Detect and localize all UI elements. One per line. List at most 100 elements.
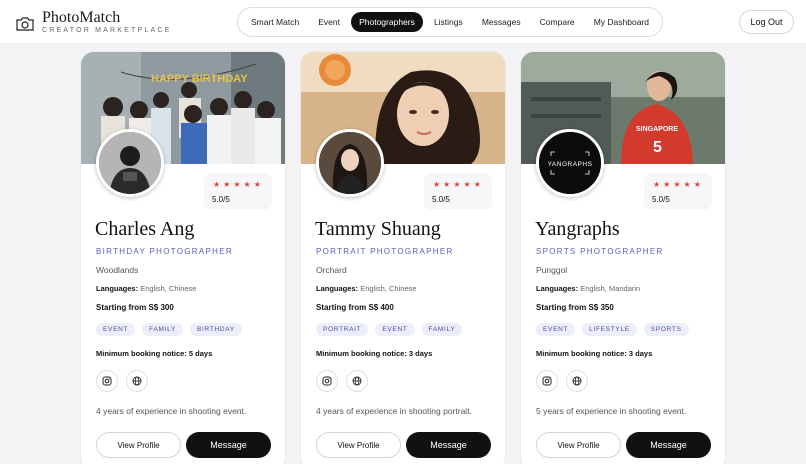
photographer-role: SPORTS PHOTOGRAPHER	[536, 247, 664, 256]
social-links	[96, 370, 156, 392]
message-button[interactable]: Message	[186, 432, 271, 458]
rating-box: ★★★★★ 5.0/5	[644, 173, 712, 210]
photographer-location: Punggol	[536, 265, 568, 275]
tag: SPORTS	[643, 323, 689, 336]
tag: FAMILY	[142, 323, 184, 336]
globe-icon	[572, 376, 582, 386]
main-nav: Smart Match Event Photographers Listings…	[237, 7, 663, 37]
photographer-name: Charles Ang	[95, 218, 195, 240]
brand-name: PhotoMatch	[42, 9, 121, 26]
notice-label: Minimum booking notice:	[536, 349, 627, 358]
notice-label: Minimum booking notice:	[96, 349, 187, 358]
instagram-icon	[102, 376, 112, 386]
nav-smart-match[interactable]: Smart Match	[243, 12, 307, 32]
notice-value: 3 days	[408, 349, 433, 358]
languages-value: English, Mandarin	[580, 284, 641, 293]
avatar-logo: YANGRAPHS	[536, 129, 604, 197]
photographer-location: Orchard	[316, 265, 347, 275]
photographer-location: Woodlands	[96, 265, 139, 275]
booking-notice: Minimum booking notice: 3 days	[316, 349, 432, 358]
experience-text: 4 years of experience in shooting portra…	[316, 406, 472, 416]
social-links	[536, 370, 596, 392]
languages: Languages: English, Chinese	[316, 284, 416, 293]
message-button[interactable]: Message	[406, 432, 491, 458]
avatar	[96, 129, 164, 197]
languages-label: Languages:	[536, 284, 579, 293]
tag: EVENT	[375, 323, 415, 336]
booking-notice: Minimum booking notice: 5 days	[96, 349, 212, 358]
rating-score: 5.0/5	[652, 195, 670, 204]
nav-messages[interactable]: Messages	[474, 12, 529, 32]
photographer-role: BIRTHDAY PHOTOGRAPHER	[96, 247, 233, 256]
tag: EVENT	[96, 323, 136, 336]
tag: LIFESTYLE	[582, 323, 637, 336]
website-link[interactable]	[346, 370, 368, 392]
rating-box: ★★★★★ 5.0/5	[204, 173, 272, 210]
message-button[interactable]: Message	[626, 432, 711, 458]
starting-price: Starting from S$ 300	[96, 303, 174, 312]
view-profile-button[interactable]: View Profile	[96, 432, 181, 458]
avatar-logo-text: YANGRAPHS	[548, 161, 593, 168]
rating-score: 5.0/5	[212, 195, 230, 204]
photographer-name: Yangraphs	[535, 218, 620, 240]
languages-label: Languages:	[316, 284, 359, 293]
nav-event[interactable]: Event	[310, 12, 348, 32]
top-bar: PhotoMatch CREATOR MARKETPLACE Smart Mat…	[0, 0, 806, 44]
photographer-name: Tammy Shuang	[315, 218, 441, 240]
star-rating: ★★★★★	[653, 180, 704, 189]
nav-compare[interactable]: Compare	[532, 12, 583, 32]
instagram-link[interactable]	[96, 370, 118, 392]
notice-label: Minimum booking notice:	[316, 349, 407, 358]
rating-box: ★★★★★ 5.0/5	[424, 173, 492, 210]
nav-listings[interactable]: Listings	[426, 12, 471, 32]
view-profile-button[interactable]: View Profile	[536, 432, 621, 458]
notice-value: 5 days	[188, 349, 213, 358]
starting-price: Starting from S$ 350	[536, 303, 614, 312]
languages-value: English, Chinese	[360, 284, 417, 293]
avatar	[316, 129, 384, 197]
starting-label: Starting from	[536, 303, 587, 312]
website-link[interactable]	[566, 370, 588, 392]
star-rating: ★★★★★	[213, 180, 264, 189]
experience-text: 5 years of experience in shooting event.	[536, 406, 687, 416]
logout-button[interactable]: Log Out	[739, 10, 794, 34]
instagram-link[interactable]	[316, 370, 338, 392]
brand-tagline: CREATOR MARKETPLACE	[42, 27, 172, 34]
photographer-card: ★★★★★ 5.0/5 Tammy Shuang PORTRAIT PHOTOG…	[300, 51, 506, 464]
price-value: S$ 300	[148, 303, 174, 312]
rating-score: 5.0/5	[432, 195, 450, 204]
camera-icon	[16, 16, 34, 31]
starting-label: Starting from	[96, 303, 147, 312]
notice-value: 3 days	[628, 349, 653, 358]
tag: BIRTHDAY	[190, 323, 242, 336]
star-rating: ★★★★★	[433, 180, 484, 189]
tag: PORTRAIT	[316, 323, 369, 336]
tag: FAMILY	[421, 323, 463, 336]
instagram-link[interactable]	[536, 370, 558, 392]
starting-price: Starting from S$ 400	[316, 303, 394, 312]
tag-list: EVENT FAMILY BIRTHDAY	[96, 323, 249, 336]
photographer-card: SINGAPORE 5 YANGRAPHS ★★★★★ 5.0/5 Yangra…	[520, 51, 726, 464]
jersey-text: SINGAPORE	[636, 126, 678, 133]
globe-icon	[352, 376, 362, 386]
starting-label: Starting from	[316, 303, 367, 312]
languages-label: Languages:	[96, 284, 139, 293]
globe-icon	[132, 376, 142, 386]
jersey-number: 5	[653, 139, 662, 156]
booking-notice: Minimum booking notice: 3 days	[536, 349, 652, 358]
nav-my-dashboard[interactable]: My Dashboard	[586, 12, 657, 32]
logo[interactable]: PhotoMatch CREATOR MARKETPLACE	[16, 9, 171, 34]
price-value: S$ 350	[588, 303, 614, 312]
photographer-role: PORTRAIT PHOTOGRAPHER	[316, 247, 454, 256]
view-profile-button[interactable]: View Profile	[316, 432, 401, 458]
birthday-banner: HAPPY BIRTHDAY	[151, 73, 248, 85]
languages-value: English, Chinese	[140, 284, 197, 293]
instagram-icon	[542, 376, 552, 386]
website-link[interactable]	[126, 370, 148, 392]
tag-list: PORTRAIT EVENT FAMILY	[316, 323, 469, 336]
instagram-icon	[322, 376, 332, 386]
social-links	[316, 370, 376, 392]
tag-list: EVENT LIFESTYLE SPORTS	[536, 323, 696, 336]
nav-photographers[interactable]: Photographers	[351, 12, 423, 32]
languages: Languages: English, Mandarin	[536, 284, 640, 293]
